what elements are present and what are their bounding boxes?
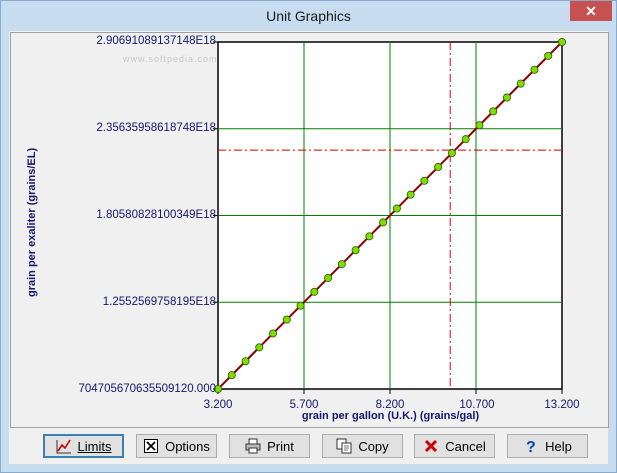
data-point-marker [489,107,498,116]
y-tick-label: 704705670635509120.000 [78,383,216,395]
data-point-marker [530,65,539,74]
svg-text:?: ? [526,439,536,454]
checkbox-x-icon [143,438,159,454]
y-axis-label: grain per exaliter (grains/EL) [26,147,38,297]
print-label: Print [267,438,294,454]
data-point-marker [516,79,525,88]
data-point-marker [324,273,333,282]
cancel-label: Cancel [445,438,486,454]
options-label: Options [165,438,210,454]
limits-label: Limits [77,438,112,454]
help-label: Help [545,438,572,454]
data-point-marker [475,121,484,130]
data-point-marker [420,176,429,185]
y-tick-wrap-3: 2.35635958618748E18 [20,122,216,136]
data-point-marker [241,357,250,366]
data-point-marker [406,190,415,199]
red-x-icon [423,438,439,454]
data-point-marker [227,371,236,380]
y-tick-wrap-2: 1.80580828100349E18 [20,209,216,223]
copy-label: Copy [358,438,389,454]
data-point-marker [502,93,511,102]
y-tick-label: 2.35635958618748E18 [96,122,216,134]
copy-icon [336,438,352,454]
y-tick-label: 2.90691089137148E18 [96,35,216,47]
cancel-button[interactable]: Cancel [414,434,495,458]
print-button[interactable]: Print [229,434,310,458]
data-point-marker [365,232,374,241]
data-point-marker [282,315,291,324]
limits-icon [56,438,72,454]
data-point-marker [337,260,346,269]
data-point-marker [544,51,553,60]
x-axis-label: grain per gallon (U.K.) (grains/gal) [301,410,480,422]
data-point-marker [379,218,388,227]
options-button[interactable]: Options [136,434,217,458]
data-point-marker [296,301,305,310]
data-point-marker [351,246,360,255]
question-icon: ? [523,438,539,456]
data-point-marker [434,162,443,171]
y-tick-label: 1.2552569758195E18 [102,296,216,308]
data-point-marker [269,329,278,338]
data-point-marker [447,149,456,158]
data-point-marker [461,135,470,144]
data-point-marker [392,204,401,213]
limits-button[interactable]: Limits [43,434,124,458]
data-point-marker [558,38,567,47]
help-button[interactable]: ? Help [507,434,588,458]
y-tick-wrap-4: 2.90691089137148E18 [20,35,216,49]
watermark-text: www.softpedia.com [123,54,218,64]
data-point-marker [310,287,319,296]
y-tick-wrap-0: 704705670635509120.000 [20,383,216,397]
y-tick-label: 1.80580828100349E18 [96,209,216,221]
y-tick-wrap-1: 1.2552569758195E18 [20,296,216,310]
copy-button[interactable]: Copy [322,434,403,458]
printer-icon [245,438,261,454]
data-point-marker [255,343,264,352]
